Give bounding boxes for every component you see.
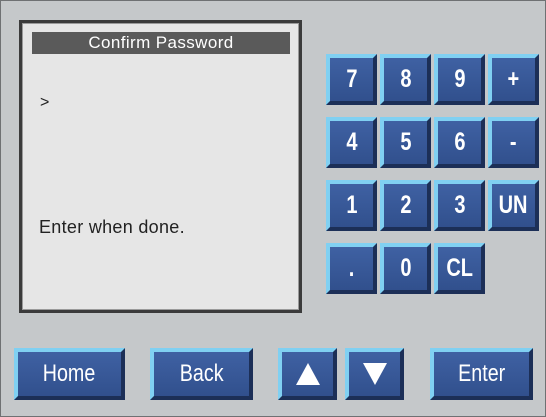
key-3[interactable]: 3 [434, 180, 485, 231]
key-minus[interactable]: - [488, 117, 539, 168]
enter-button[interactable]: Enter [430, 348, 533, 400]
key-8[interactable]: 8 [380, 54, 431, 105]
up-arrow-icon [295, 363, 320, 385]
scroll-up-button[interactable] [278, 348, 337, 400]
hint-text: Enter when done. [39, 217, 185, 237]
key-9[interactable]: 9 [434, 54, 485, 105]
key-5[interactable]: 5 [380, 117, 431, 168]
key-2[interactable]: 2 [380, 180, 431, 231]
panel-title: Confirm Password [32, 32, 290, 54]
home-button[interactable]: Home [14, 348, 125, 400]
key-1[interactable]: 1 [326, 180, 377, 231]
key-0[interactable]: 0 [380, 243, 431, 294]
key-clear[interactable]: CL [434, 243, 485, 294]
scroll-down-button[interactable] [345, 348, 404, 400]
key-plus[interactable]: + [488, 54, 539, 105]
down-arrow-icon [362, 363, 387, 385]
key-7[interactable]: 7 [326, 54, 377, 105]
input-prompt: > [40, 94, 50, 111]
key-decimal[interactable]: . [326, 243, 377, 294]
key-un[interactable]: UN [488, 180, 539, 231]
key-6[interactable]: 6 [434, 117, 485, 168]
key-4[interactable]: 4 [326, 117, 377, 168]
display-panel: Confirm Password > Enter when done. [19, 20, 302, 313]
back-button[interactable]: Back [150, 348, 253, 400]
